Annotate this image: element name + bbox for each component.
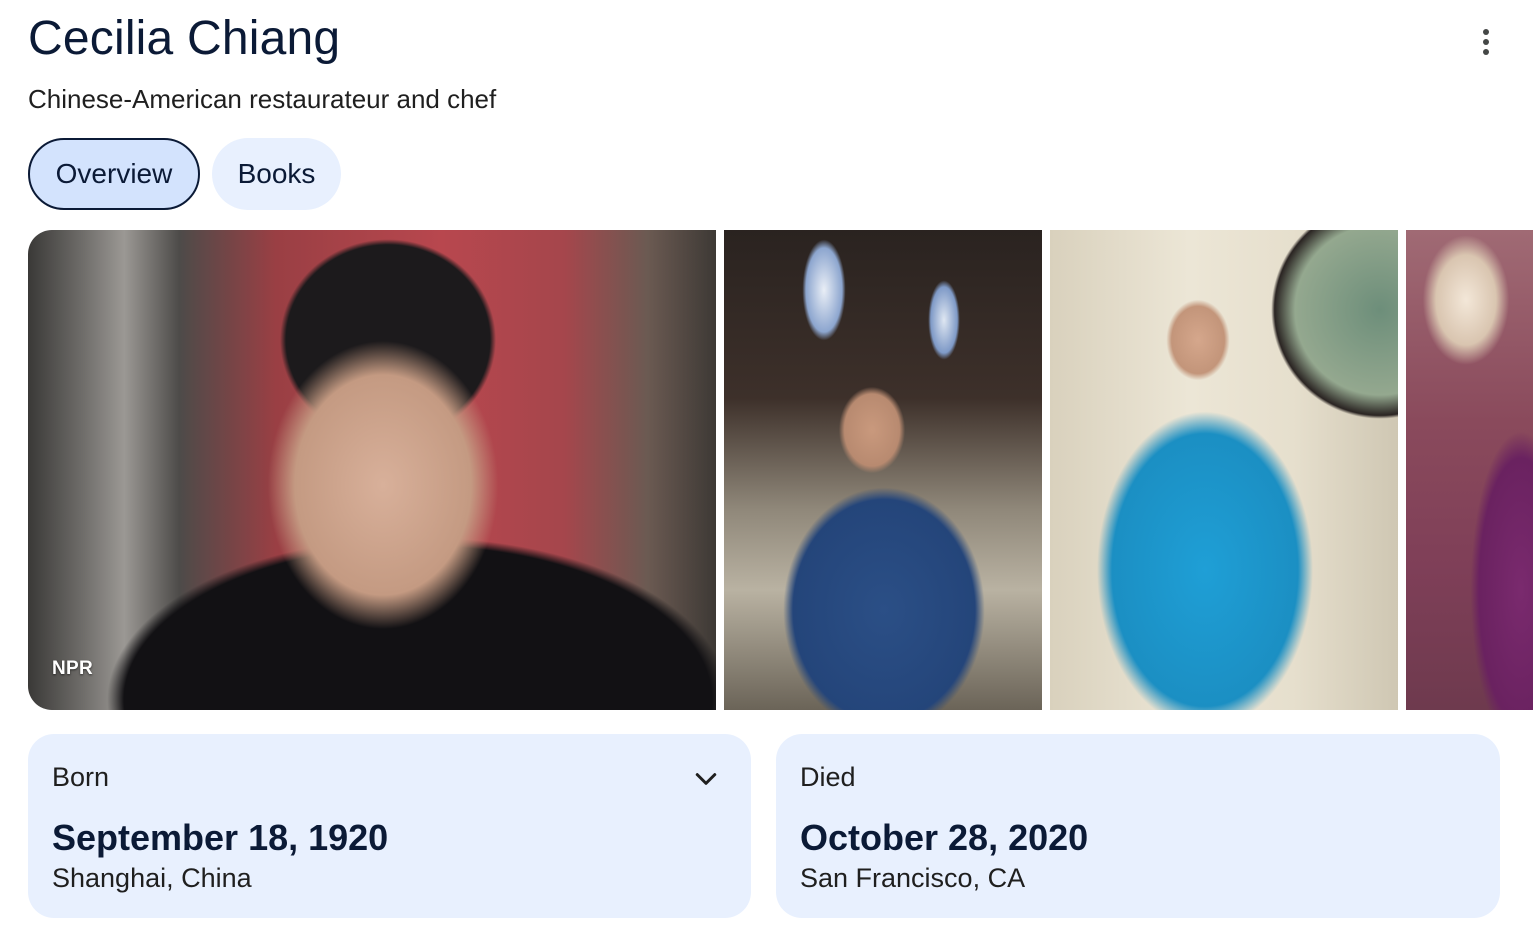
image-cecilia-chiang-1[interactable]: NPR: [28, 230, 716, 710]
died-card: Died October 28, 2020 San Francisco, CA: [776, 734, 1500, 918]
tab-overview[interactable]: Overview: [28, 138, 200, 210]
died-label: Died: [800, 762, 856, 792]
born-place: Shanghai, China: [52, 863, 252, 893]
more-options-button[interactable]: [1466, 22, 1506, 62]
image-credit: NPR: [52, 658, 94, 679]
chevron-down-icon[interactable]: [691, 764, 721, 794]
tab-books[interactable]: Books: [212, 138, 341, 210]
image-cecilia-chiang-2[interactable]: [724, 230, 1042, 710]
born-date: September 18, 1920: [52, 817, 389, 858]
died-place: San Francisco, CA: [800, 863, 1026, 893]
image-cecilia-chiang-3[interactable]: [1050, 230, 1398, 710]
born-label: Born: [52, 762, 110, 792]
more-vert-icon-dot: [1483, 49, 1489, 55]
born-card[interactable]: Born September 18, 1920 Shanghai, China: [28, 734, 751, 918]
died-date: October 28, 2020: [800, 817, 1089, 858]
more-vert-icon-dot: [1483, 29, 1489, 35]
page-title: Cecilia Chiang: [28, 12, 341, 65]
page-subtitle: Chinese-American restaurateur and chef: [28, 84, 497, 114]
image-cecilia-chiang-4[interactable]: [1406, 230, 1533, 710]
more-vert-icon-dot: [1483, 39, 1489, 45]
